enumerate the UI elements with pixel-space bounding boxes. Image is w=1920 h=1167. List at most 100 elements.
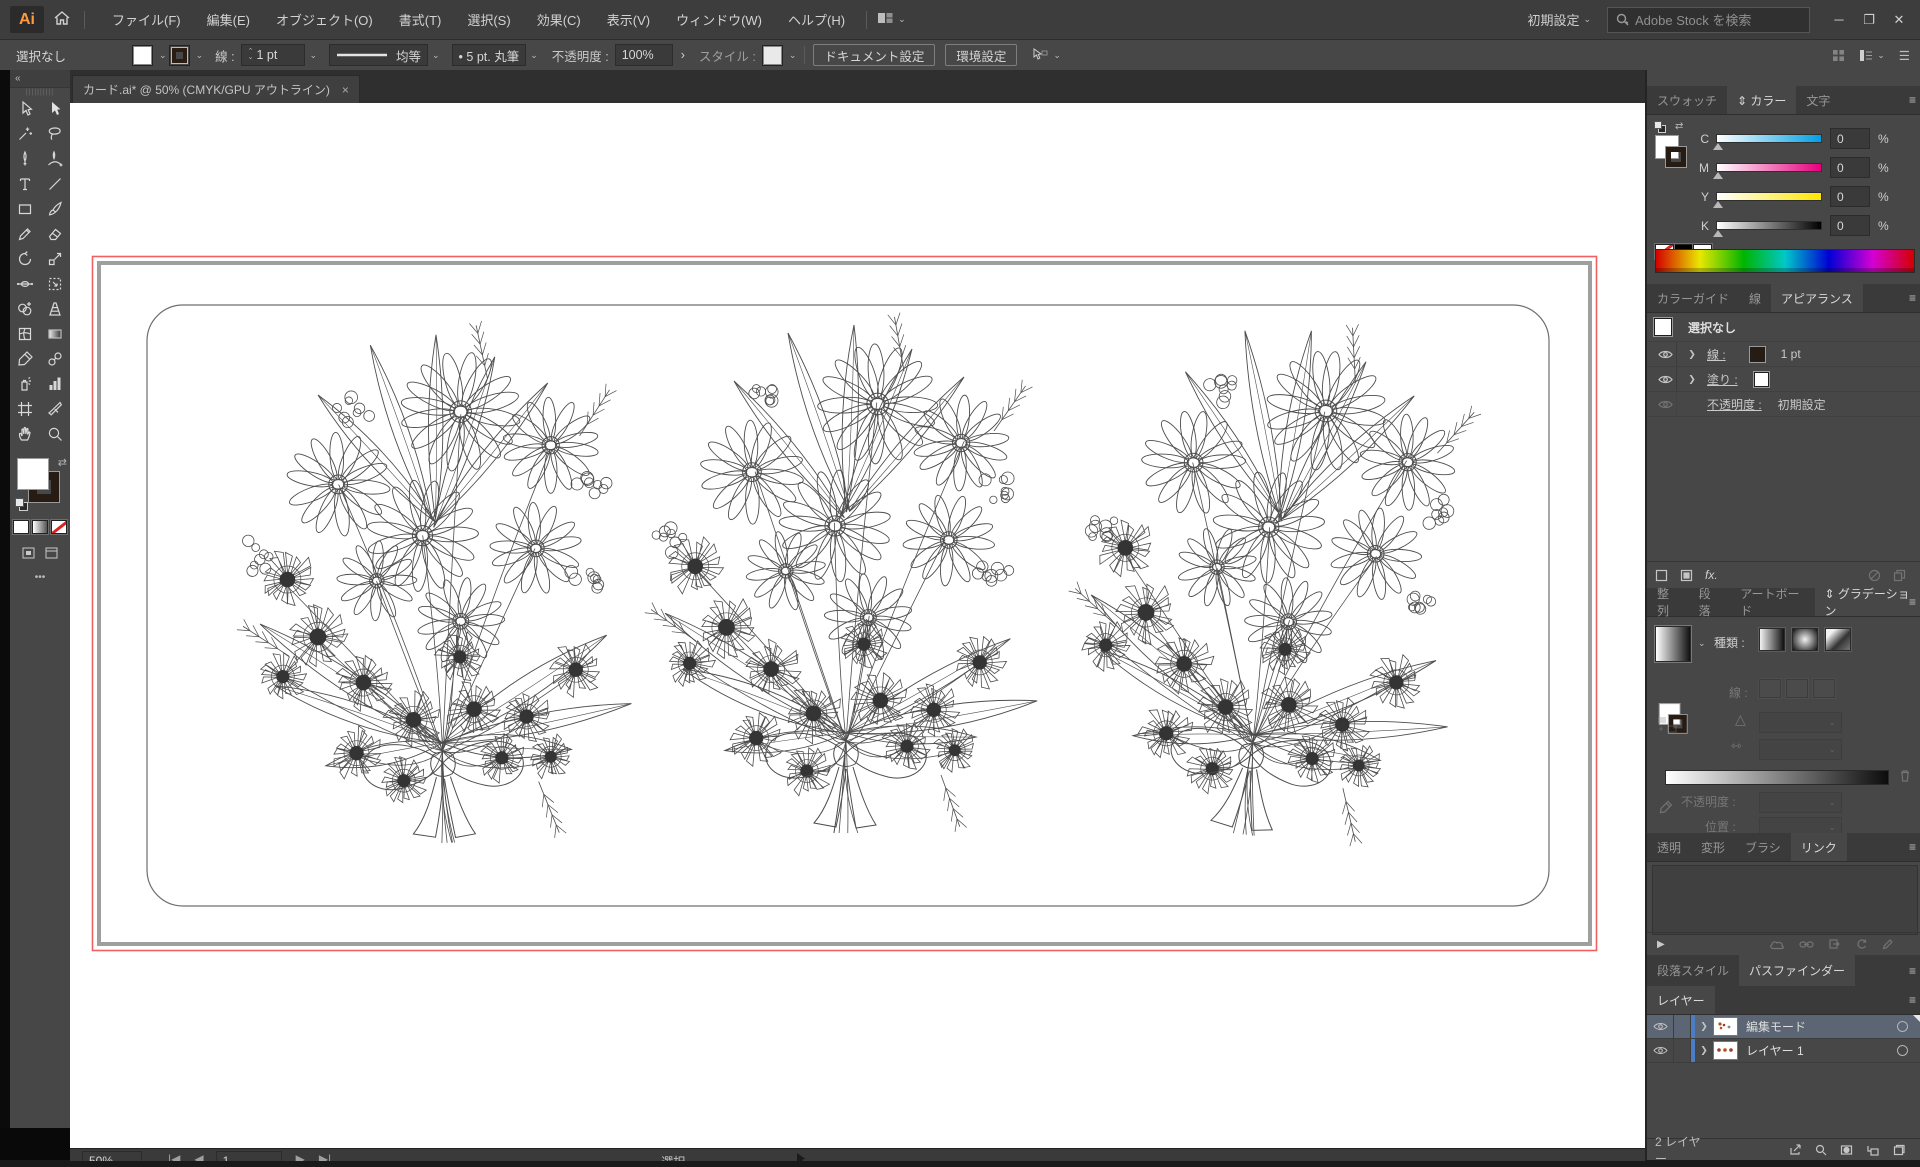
tab-close-icon[interactable]: × (342, 83, 349, 97)
channel-value[interactable]: 0 (1830, 157, 1870, 178)
layer-expand-icon[interactable]: ❯ (1695, 1021, 1713, 1032)
zoom-tool[interactable] (40, 421, 70, 446)
fill-indicator[interactable] (17, 458, 49, 490)
tab-変形[interactable]: 変形 (1691, 833, 1735, 861)
angle-combo[interactable]: ⌄ (1759, 712, 1842, 733)
stock-search-input[interactable]: Adobe Stock を検索 (1607, 7, 1810, 33)
expand-icon[interactable]: ❯ (1683, 349, 1701, 360)
tab-透明[interactable]: 透明 (1647, 833, 1691, 861)
document-tab[interactable]: カード.ai* @ 50% (CMYK/GPU アウトライン) × (72, 75, 360, 103)
touch-workspace-icon[interactable] (1832, 49, 1845, 62)
panel-menu-icon[interactable]: ≡ (1909, 840, 1916, 854)
layer-name[interactable]: レイヤー 1 (1746, 1042, 1804, 1059)
reverse-gradient-icon[interactable] (1657, 716, 1677, 737)
appearance-stroke-label[interactable]: 線 : (1707, 346, 1726, 363)
edit-toolbar-button[interactable]: ••• (10, 572, 70, 583)
slider-thumb[interactable] (1713, 201, 1723, 208)
new-stroke-icon[interactable] (1655, 569, 1668, 582)
color-spectrum-bar[interactable] (1655, 249, 1915, 273)
clear-appearance-icon[interactable] (1868, 569, 1881, 582)
relink-icon[interactable] (1799, 940, 1814, 949)
slider-thumb[interactable] (1713, 230, 1723, 237)
channel-value[interactable]: 0 (1830, 215, 1870, 236)
magic-wand-tool[interactable] (10, 121, 40, 146)
profile-chevron[interactable]: ⌄ (432, 50, 440, 61)
opacity-field[interactable]: 100% (615, 44, 673, 66)
menu-ヘルプ(H)[interactable]: ヘルプ(H) (775, 10, 858, 29)
select-similar-icon[interactable] (1031, 48, 1049, 62)
tab-文字[interactable]: 文字 (1796, 86, 1840, 114)
home-icon[interactable] (54, 11, 70, 28)
menu-ファイル(F)[interactable]: ファイル(F) (99, 10, 194, 29)
gradient-preset-chevron[interactable]: ⌄ (1698, 638, 1706, 649)
toolbar-grip[interactable]: |||||||||| (10, 88, 70, 96)
tab-カラーガイド[interactable]: カラーガイド (1647, 284, 1739, 312)
line-segment-tool[interactable] (40, 171, 70, 196)
panel-stroke-swatch[interactable] (1666, 147, 1686, 167)
update-link-icon[interactable] (1855, 938, 1868, 950)
panel-menu-icon[interactable]: ≡ (1909, 964, 1916, 978)
tab-グラデーション[interactable]: ⇕ グラデーション (1815, 588, 1920, 616)
stepper-icon[interactable]: ⌃⌄ (248, 49, 254, 61)
brush-select[interactable]: • 5 pt. 丸筆 (452, 44, 527, 66)
edit-original-icon[interactable] (1882, 938, 1894, 950)
new-fill-icon[interactable] (1680, 569, 1693, 582)
appearance-stroke-value[interactable]: 1 pt (1781, 347, 1801, 361)
radial-gradient-button[interactable] (1792, 628, 1818, 651)
column-graph-tool[interactable] (40, 371, 70, 396)
add-effect-button[interactable]: fx. (1705, 568, 1718, 582)
opacity-more-arrow[interactable]: › (681, 48, 685, 62)
go-to-link-icon[interactable] (1828, 938, 1841, 950)
layer-target-icon[interactable] (1897, 1021, 1908, 1032)
gradient-tool[interactable] (40, 321, 70, 346)
menu-選択(S)[interactable]: 選択(S) (454, 10, 523, 29)
stroke-within-button[interactable] (1759, 679, 1781, 698)
symbol-sprayer-tool[interactable] (10, 371, 40, 396)
tab-段落[interactable]: 段落 (1689, 588, 1731, 616)
gradient-opacity-combo[interactable]: ⌄ (1759, 792, 1842, 813)
visibility-eye-icon[interactable] (1654, 367, 1677, 391)
locate-object-icon[interactable] (1815, 1144, 1827, 1156)
gradient-thumbnail[interactable] (1655, 626, 1691, 662)
arrange-documents-chevron[interactable]: ⌄ (898, 14, 906, 25)
bouquet-drawing[interactable] (1042, 293, 1495, 857)
channel-value[interactable]: 0 (1830, 128, 1870, 149)
gradient-slider[interactable] (1665, 770, 1889, 785)
fill-color-swatch[interactable] (132, 45, 153, 66)
eraser-tool[interactable] (40, 221, 70, 246)
tab-ブラシ[interactable]: ブラシ (1735, 833, 1791, 861)
menu-効果(C)[interactable]: 効果(C) (524, 10, 594, 29)
curvature-tool[interactable] (40, 146, 70, 171)
tab-整列[interactable]: 整列 (1647, 588, 1689, 616)
new-layer-icon[interactable] (1892, 1144, 1905, 1156)
workspace-switcher[interactable]: 初期設定 ⌄ (1527, 10, 1591, 29)
layer-lock-cell[interactable] (1674, 1039, 1691, 1062)
slider-thumb[interactable] (1713, 143, 1723, 150)
layer-target-icon[interactable] (1897, 1045, 1908, 1056)
eyedropper-tool[interactable] (10, 346, 40, 371)
layer-name[interactable]: 編集モード (1746, 1018, 1806, 1035)
freeform-gradient-button[interactable] (1825, 628, 1851, 651)
tab-レイヤー[interactable]: レイヤー (1647, 986, 1715, 1014)
none-button[interactable] (51, 520, 67, 534)
tab-スウォッチ[interactable]: スウォッチ (1647, 86, 1727, 114)
slice-tool[interactable] (40, 396, 70, 421)
rectangle-tool[interactable] (10, 196, 40, 221)
channel-slider[interactable] (1716, 134, 1822, 143)
select-similar-chevron[interactable]: ⌄ (1053, 50, 1061, 61)
panel-menu-icon[interactable]: ≡ (1909, 291, 1916, 305)
layer-row[interactable]: ❯レイヤー 1 (1647, 1039, 1920, 1063)
restore-button[interactable]: ❐ (1854, 7, 1884, 33)
gradient-button[interactable] (32, 520, 48, 534)
tab-カラー[interactable]: ⇕ カラー (1727, 86, 1796, 114)
fill-chevron[interactable]: ⌄ (159, 50, 167, 61)
selection-tool[interactable] (40, 96, 70, 121)
layer-visibility-eye-icon[interactable] (1647, 1039, 1674, 1062)
channel-value[interactable]: 0 (1830, 186, 1870, 207)
canvas[interactable] (70, 103, 1645, 1148)
pencil-tool[interactable] (10, 221, 40, 246)
width-tool[interactable] (10, 271, 40, 296)
menu-編集(E)[interactable]: 編集(E) (194, 10, 263, 29)
minimize-button[interactable]: ─ (1824, 7, 1854, 33)
close-button[interactable]: ✕ (1884, 7, 1914, 33)
